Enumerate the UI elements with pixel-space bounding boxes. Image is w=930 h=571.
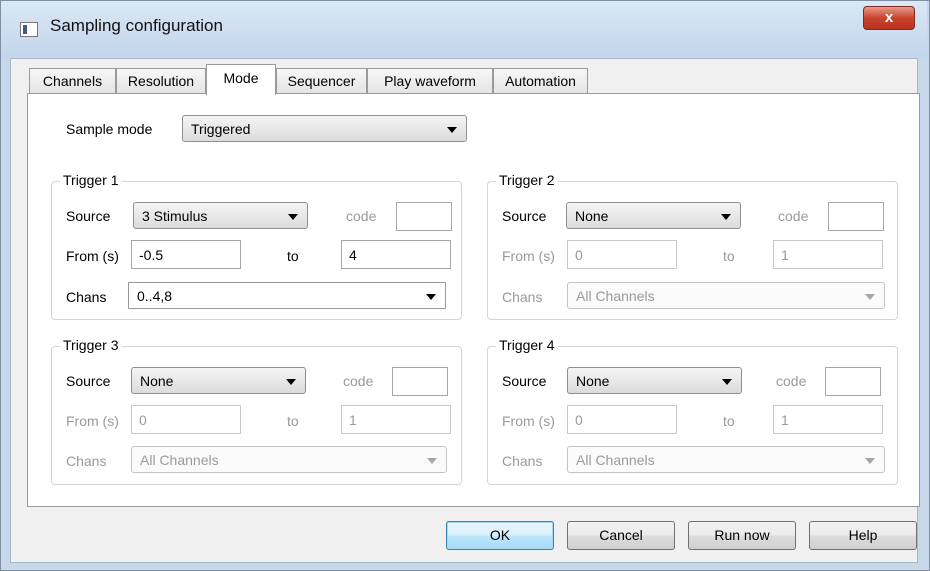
tab-mode[interactable]: Mode [206,64,276,95]
trigger-2-chans-label: Chans [502,289,543,305]
trigger-4-from-label: From (s) [502,413,555,429]
sample-mode-label: Sample mode [66,121,153,137]
trigger-4-source-label: Source [502,373,547,389]
trigger-1-source-value: 3 Stimulus [142,208,208,224]
tab-sequencer[interactable]: Sequencer [276,68,367,93]
trigger-2-from-value: 0 [575,247,583,263]
trigger-3-from-value: 0 [139,412,147,428]
trigger-1-chans-combo[interactable]: 0..4,8 [128,282,446,309]
trigger-1-code-label: code [346,208,377,224]
trigger-1-title: Trigger 1 [60,172,122,188]
trigger-2-source-label: Source [502,208,547,224]
trigger-3-title: Trigger 3 [60,337,122,353]
close-icon: x [884,9,894,26]
trigger-1-source-dropdown[interactable]: 3 Stimulus [133,202,308,229]
trigger-1-to-field[interactable]: 4 [341,240,451,269]
trigger-4-to-label: to [723,413,735,429]
help-button[interactable]: Help [809,521,917,550]
trigger-2-chans-dropdown[interactable]: All Channels [567,282,885,309]
trigger-2-code-field[interactable] [828,202,884,231]
trigger-3-to-field[interactable]: 1 [341,405,451,434]
chevron-down-icon [426,294,436,300]
trigger-2-title: Trigger 2 [496,172,558,188]
trigger-3-from-field[interactable]: 0 [131,405,241,434]
trigger-4-code-label: code [776,373,807,389]
sample-mode-dropdown[interactable]: Triggered [182,115,467,142]
tab-play-waveform[interactable]: Play waveform [367,68,493,93]
chevron-down-icon [427,458,437,464]
trigger-2-to-field[interactable]: 1 [773,240,883,269]
trigger-1-code-field[interactable] [396,202,452,231]
trigger-2-to-label: to [723,248,735,264]
trigger-4-to-field[interactable]: 1 [773,405,883,434]
trigger-2-source-dropdown[interactable]: None [566,202,741,229]
trigger-1-from-value: -0.5 [139,247,164,263]
cancel-button[interactable]: Cancel [567,521,675,550]
run-now-button[interactable]: Run now [688,521,796,550]
chevron-down-icon [447,127,457,133]
trigger-4-code-field[interactable] [825,367,881,396]
trigger-1-from-label: From (s) [66,248,119,264]
trigger-1-to-label: to [287,248,299,264]
trigger-3-code-label: code [343,373,374,389]
app-icon [20,22,38,37]
trigger-4-source-dropdown[interactable]: None [567,367,742,394]
trigger-2-source-value: None [575,208,609,224]
trigger-3-source-dropdown[interactable]: None [131,367,306,394]
window-title: Sampling configuration [50,16,223,35]
trigger-4-from-field[interactable]: 0 [567,405,677,434]
chevron-down-icon [286,379,296,385]
trigger-3-to-label: to [287,413,299,429]
trigger-2-from-label: From (s) [502,248,555,264]
ok-button[interactable]: OK [446,521,554,550]
trigger-4-title: Trigger 4 [496,337,558,353]
chevron-down-icon [865,458,875,464]
trigger-4-chans-label: Chans [502,453,543,469]
close-button[interactable]: x [863,6,915,30]
trigger-2-chans-value: All Channels [576,288,655,304]
sample-mode-value: Triggered [191,121,251,137]
trigger-2-code-label: code [778,208,809,224]
trigger-1-source-label: Source [66,208,111,224]
trigger-3-chans-value: All Channels [140,452,219,468]
trigger-1-chans-label: Chans [66,289,107,305]
trigger-3-from-label: From (s) [66,413,119,429]
trigger-4-source-value: None [576,373,610,389]
trigger-4-to-value: 1 [781,412,789,428]
trigger-3-chans-dropdown[interactable]: All Channels [131,446,447,473]
trigger-3-code-field[interactable] [392,367,448,396]
trigger-2-to-value: 1 [781,247,789,263]
trigger-3-source-value: None [140,373,174,389]
trigger-3-chans-label: Chans [66,453,107,469]
trigger-3-source-label: Source [66,373,111,389]
trigger-4-chans-value: All Channels [576,452,655,468]
chevron-down-icon [865,294,875,300]
tab-resolution[interactable]: Resolution [116,68,206,93]
tab-automation[interactable]: Automation [493,68,588,93]
trigger-1-chans-value: 0..4,8 [137,288,173,304]
trigger-1-from-field[interactable]: -0.5 [131,240,241,269]
trigger-4-chans-dropdown[interactable]: All Channels [567,446,885,473]
tab-channels[interactable]: Channels [29,68,116,93]
trigger-3-to-value: 1 [349,412,357,428]
trigger-1-to-value: 4 [349,247,357,263]
chevron-down-icon [721,214,731,220]
trigger-4-from-value: 0 [575,412,583,428]
trigger-2-from-field[interactable]: 0 [567,240,677,269]
chevron-down-icon [722,379,732,385]
chevron-down-icon [288,214,298,220]
